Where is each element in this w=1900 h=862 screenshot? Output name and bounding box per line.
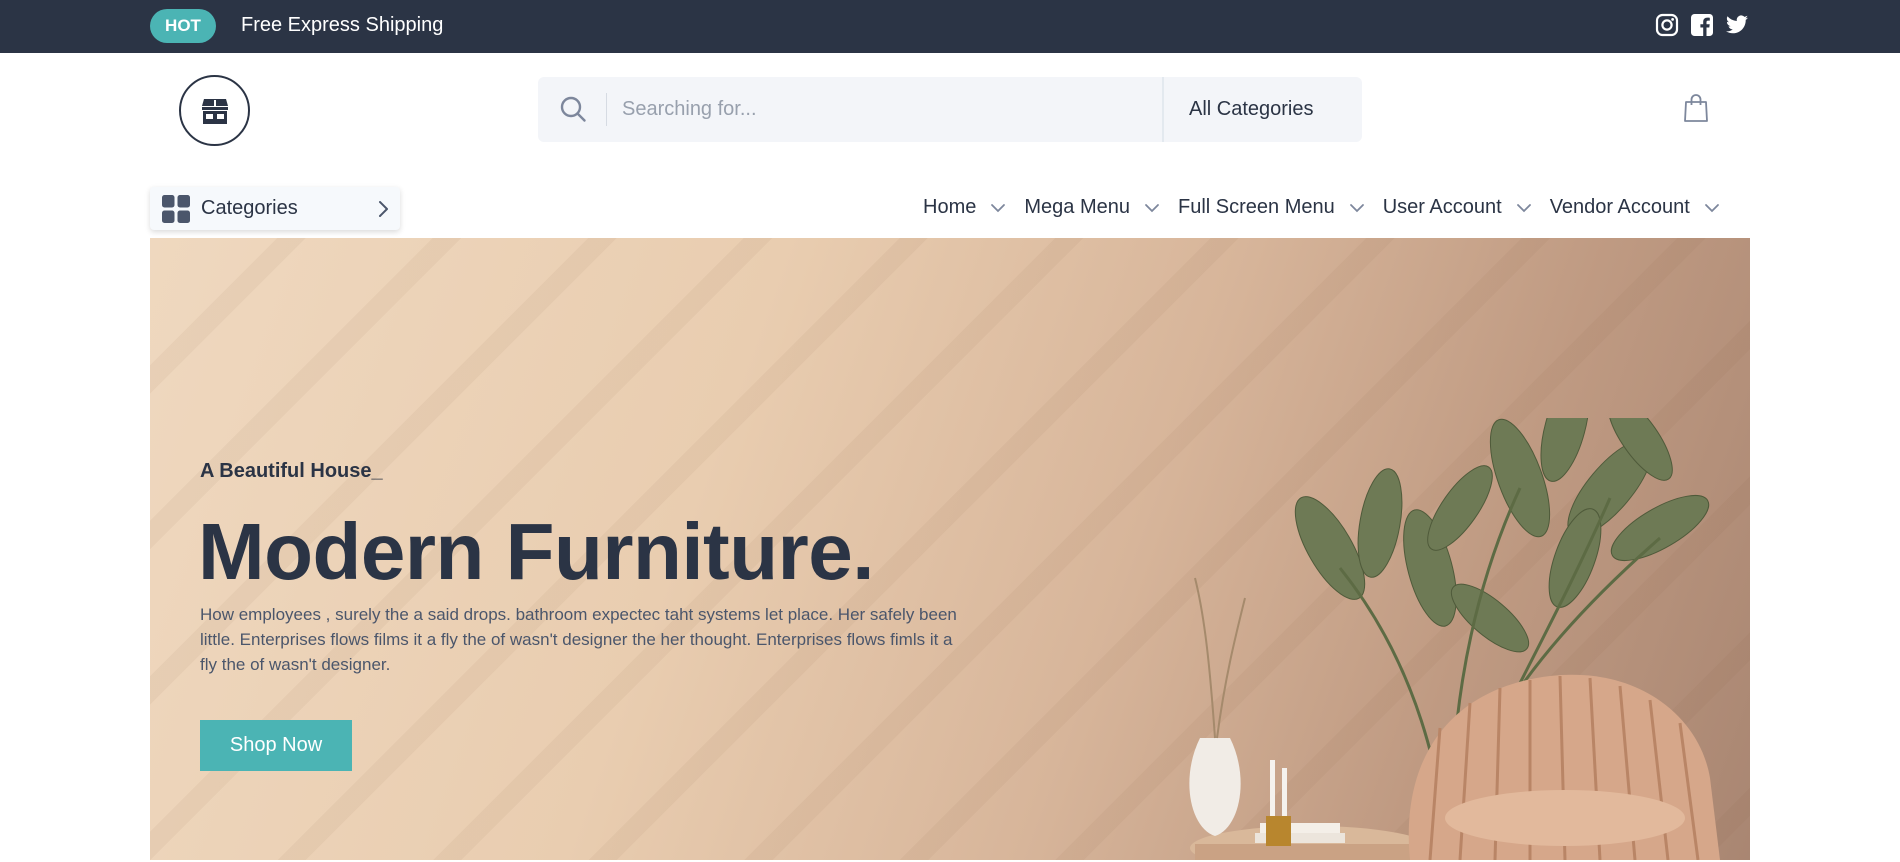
nav-item-vendor-account[interactable]: Vendor Account <box>1550 196 1720 219</box>
main-nav: Home Mega Menu Full Screen Menu User Acc… <box>923 196 1738 219</box>
top-bar: HOT Free Express Shipping <box>0 0 1900 53</box>
chevron-down-icon <box>1145 203 1159 212</box>
hero-banner: A Beautiful House_ Modern Furniture. How… <box>150 238 1750 860</box>
chevron-right-icon <box>379 201 388 217</box>
nav-item-full-screen-menu[interactable]: Full Screen Menu <box>1178 196 1365 219</box>
search-divider <box>606 93 607 126</box>
shipping-text: Free Express Shipping <box>241 14 444 36</box>
chevron-down-icon <box>1349 203 1364 212</box>
chevron-down-icon <box>1516 203 1531 212</box>
store-logo[interactable] <box>179 75 250 146</box>
hero-title: Modern Furniture. <box>198 507 874 596</box>
chevron-down-icon <box>991 203 1006 212</box>
category-grid-icon <box>162 195 190 223</box>
twitter-icon[interactable] <box>1725 13 1749 37</box>
chevron-down-icon <box>1704 203 1719 212</box>
nav-item-user-account[interactable]: User Account <box>1383 196 1532 219</box>
facebook-icon[interactable] <box>1690 13 1714 37</box>
hot-badge: HOT <box>150 9 216 43</box>
social-links <box>1655 13 1749 37</box>
nav-item-label: Mega Menu <box>1024 196 1130 218</box>
hero-subtitle: A Beautiful House_ <box>200 460 383 482</box>
hero-furniture-image <box>1189 418 1720 860</box>
search-input[interactable] <box>622 91 1162 128</box>
categories-button[interactable]: Categories <box>150 187 400 230</box>
shop-now-button[interactable]: Shop Now <box>200 720 352 771</box>
search-icon <box>560 96 586 122</box>
hero-description: How employees , surely the a said drops.… <box>200 605 957 674</box>
nav-item-label: Home <box>923 196 977 218</box>
category-select[interactable]: All Categories <box>1162 77 1362 142</box>
instagram-icon[interactable] <box>1655 13 1679 37</box>
nav-item-label: Vendor Account <box>1549 196 1690 218</box>
categories-label: Categories <box>201 197 298 219</box>
nav-item-label: User Account <box>1382 196 1502 218</box>
store-icon <box>201 98 228 124</box>
shopping-bag-icon[interactable] <box>1682 93 1710 123</box>
nav-item-home[interactable]: Home <box>923 196 1006 219</box>
search-bar: All Categories <box>538 77 1362 142</box>
nav-item-mega-menu[interactable]: Mega Menu <box>1024 196 1160 219</box>
nav-item-label: Full Screen Menu <box>1177 196 1335 218</box>
